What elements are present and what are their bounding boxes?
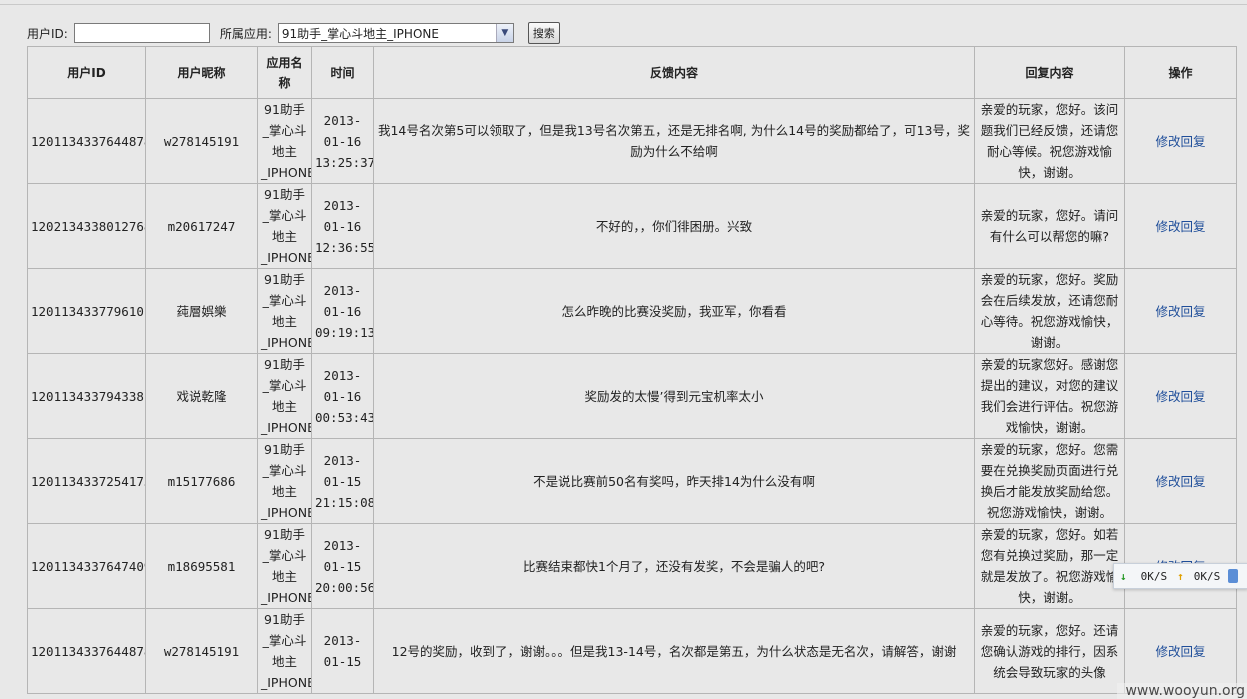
widget-menu-icon[interactable]	[1228, 569, 1239, 583]
cell-feedback: 不是说比赛前50名有奖吗，昨天排14为什么没有啊	[373, 438, 975, 524]
edit-reply-link[interactable]: 修改回复	[1155, 304, 1205, 319]
header-reply: 回复内容	[974, 46, 1125, 99]
cell-action: 修改回复	[1124, 438, 1237, 524]
cell-action: 修改回复	[1124, 353, 1237, 439]
cell-time: 2013-01-15 21:15:08	[311, 438, 374, 524]
header-action: 操作	[1124, 46, 1237, 99]
cell-time: 2013-01-16 13:25:37	[311, 98, 374, 184]
cell-time: 2013-01-15	[311, 608, 374, 694]
cell-nickname: 戏说乾隆	[145, 353, 258, 439]
table-row: 1201134337647409 m18695581 91助手_掌心斗地主_IP…	[27, 523, 1237, 609]
edit-reply-link[interactable]: 修改回复	[1155, 219, 1205, 234]
search-bar: 用户ID: 所属应用: 91助手_掌心斗地主_IPHONE ▼ 搜索	[27, 20, 560, 46]
cell-reply: 亲爱的玩家您好。感谢您提出的建议，对您的建议我们会进行评估。祝您游戏愉快，谢谢。	[974, 353, 1125, 439]
cell-action: 修改回复	[1124, 268, 1237, 354]
cell-user-id: 1202134338012768	[27, 183, 146, 269]
download-arrow-icon: ↓	[1120, 569, 1127, 583]
edit-reply-link[interactable]: 修改回复	[1155, 474, 1205, 489]
search-button[interactable]: 搜索	[527, 22, 560, 44]
download-speed: 0K/S	[1140, 569, 1168, 583]
cell-reply: 亲爱的玩家，您好。如若您有兑换过奖励，那一定就是发放了。祝您游戏愉快，谢谢。	[974, 523, 1125, 609]
cell-reply: 亲爱的玩家，您好。该问题我们已经反馈，还请您耐心等候。祝您游戏愉快，谢谢。	[974, 98, 1125, 184]
cell-nickname: m18695581	[145, 523, 258, 609]
cell-action: 修改回复	[1124, 183, 1237, 269]
table-row: 1201134337644878 w278145191 91助手_掌心斗地主_I…	[27, 608, 1237, 694]
app-select[interactable]: 91助手_掌心斗地主_IPHONE ▼	[277, 23, 514, 43]
cell-nickname: m20617247	[145, 183, 258, 269]
table-header-row: 用户ID 用户昵称 应用名称 时间 反馈内容 回复内容 操作	[27, 46, 1237, 99]
cell-feedback: 不好的，，你们徘困册。兴致	[373, 183, 975, 269]
cell-nickname: m15177686	[145, 438, 258, 524]
cell-app-name: 91助手_掌心斗地主_IPHONE	[257, 98, 312, 184]
cell-user-id: 1201134337943381	[27, 353, 146, 439]
cell-user-id: 1201134337647409	[27, 523, 146, 609]
upload-arrow-icon: ↑	[1177, 569, 1184, 583]
top-divider	[0, 4, 1247, 5]
header-user-id: 用户ID	[27, 46, 146, 99]
cell-feedback: 12号的奖励，收到了，谢谢。。。但是我13-14号，名次都是第五，为什么状态是无…	[373, 608, 975, 694]
table-row: 1201134337644878 w278145191 91助手_掌心斗地主_I…	[27, 98, 1237, 184]
cell-nickname: 莼層娯樂	[145, 268, 258, 354]
cell-reply: 亲爱的玩家，您好。奖励会在后续发放，还请您耐心等待。祝您游戏愉快，谢谢。	[974, 268, 1125, 354]
cell-app-name: 91助手_掌心斗地主_IPHONE	[257, 353, 312, 439]
cell-feedback: 我14号名次第5可以领取了，但是我13号名次第五，还是无排名啊, 为什么14号的…	[373, 98, 975, 184]
cell-time: 2013-01-16 00:53:43	[311, 353, 374, 439]
app-select-value: 91助手_掌心斗地主_IPHONE	[281, 26, 439, 41]
cell-action: 修改回复	[1124, 608, 1237, 694]
edit-reply-link[interactable]: 修改回复	[1155, 134, 1205, 149]
table-row: 1201134337943381 戏说乾隆 91助手_掌心斗地主_IPHONE …	[27, 353, 1237, 439]
upload-speed: 0K/S	[1193, 569, 1221, 583]
user-id-input[interactable]	[73, 23, 210, 43]
header-nickname: 用户昵称	[145, 46, 258, 99]
cell-nickname: w278145191	[145, 608, 258, 694]
header-feedback: 反馈内容	[373, 46, 975, 99]
cell-nickname: w278145191	[145, 98, 258, 184]
cell-app-name: 91助手_掌心斗地主_IPHONE	[257, 523, 312, 609]
cell-user-id: 1201134337254175	[27, 438, 146, 524]
cell-app-name: 91助手_掌心斗地主_IPHONE	[257, 608, 312, 694]
cell-user-id: 1201134337644878	[27, 98, 146, 184]
cell-app-name: 91助手_掌心斗地主_IPHONE	[257, 438, 312, 524]
chevron-down-icon[interactable]: ▼	[495, 24, 513, 42]
cell-user-id: 1201134337796101	[27, 268, 146, 354]
cell-app-name: 91助手_掌心斗地主_IPHONE	[257, 183, 312, 269]
cell-time: 2013-01-16 09:19:13	[311, 268, 374, 354]
header-app-name: 应用名称	[257, 46, 312, 99]
cell-feedback: 怎么昨晚的比赛没奖励，我亚军，你看看	[373, 268, 975, 354]
edit-reply-link[interactable]: 修改回复	[1155, 644, 1205, 659]
cell-user-id: 1201134337644878	[27, 608, 146, 694]
cell-reply: 亲爱的玩家，您好。请问有什么可以帮您的嘛?	[974, 183, 1125, 269]
table-row: 1201134337254175 m15177686 91助手_掌心斗地主_IP…	[27, 438, 1237, 524]
app-label: 所属应用:	[219, 26, 272, 41]
network-speed-widget[interactable]: ↓ 0K/S ↑ 0K/S	[1113, 563, 1247, 589]
watermark: www.wooyun.org	[1117, 683, 1247, 699]
cell-time: 2013-01-15 20:00:56	[311, 523, 374, 609]
cell-action: 修改回复	[1124, 98, 1237, 184]
cell-time: 2013-01-16 12:36:55	[311, 183, 374, 269]
cell-app-name: 91助手_掌心斗地主_IPHONE	[257, 268, 312, 354]
feedback-table: 用户ID 用户昵称 应用名称 时间 反馈内容 回复内容 操作 120113433…	[27, 46, 1237, 694]
header-time: 时间	[311, 46, 374, 99]
edit-reply-link[interactable]: 修改回复	[1155, 389, 1205, 404]
cell-reply: 亲爱的玩家，您好。还请您确认游戏的排行，因系统会导致玩家的头像	[974, 608, 1125, 694]
user-id-label: 用户ID:	[27, 26, 68, 41]
table-row: 1201134337796101 莼層娯樂 91助手_掌心斗地主_IPHONE …	[27, 268, 1237, 354]
table-row: 1202134338012768 m20617247 91助手_掌心斗地主_IP…	[27, 183, 1237, 269]
cell-reply: 亲爱的玩家，您好。您需要在兑换奖励页面进行兑换后才能发放奖励给您。祝您游戏愉快，…	[974, 438, 1125, 524]
cell-feedback: 比赛结束都快1个月了，还没有发奖，不会是骗人的吧?	[373, 523, 975, 609]
cell-feedback: 奖励发的太慢’得到元宝机率太小	[373, 353, 975, 439]
